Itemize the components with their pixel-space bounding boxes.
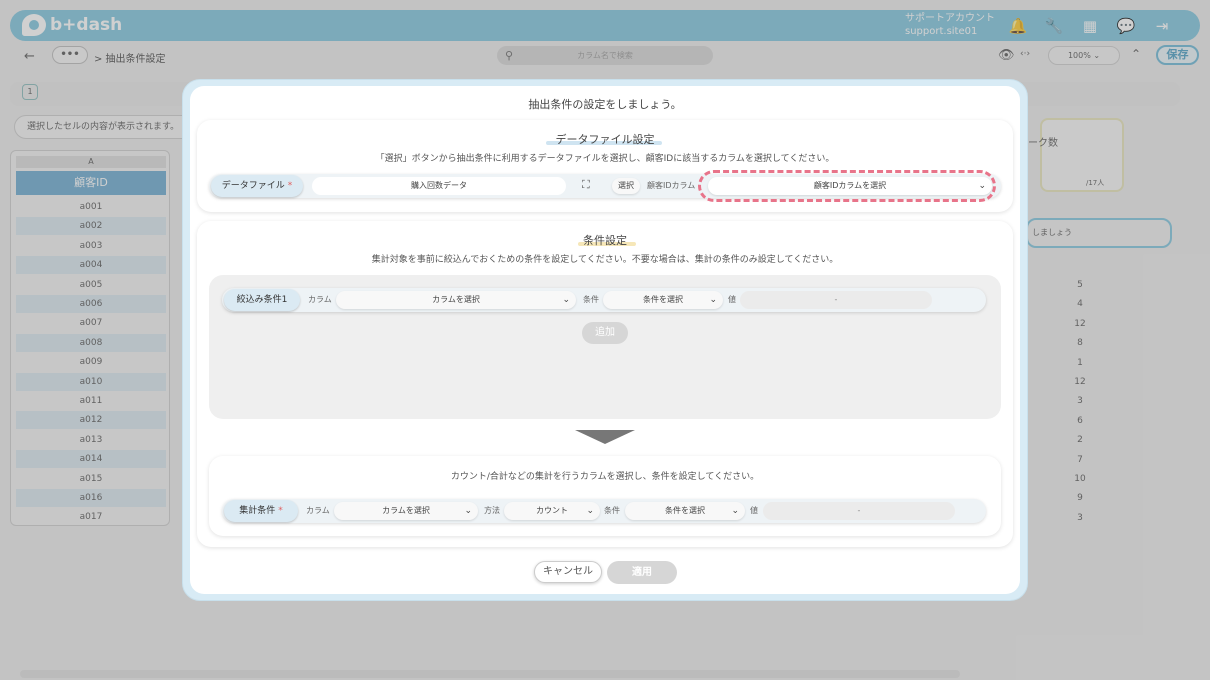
- filter-condition-select[interactable]: 条件を選択 ⌄: [603, 291, 723, 309]
- filter-value-label: 値: [728, 295, 736, 304]
- expand-icon[interactable]: ⛶: [582, 178, 590, 192]
- datafile-section-title: データファイル設定: [555, 133, 655, 146]
- arrow-down-icon: [575, 430, 635, 444]
- filter-label: 絞込み条件1: [224, 289, 300, 311]
- aggregate-column-label: カラム: [306, 506, 330, 515]
- aggregate-method-label: 方法: [484, 506, 500, 515]
- chevron-down-icon: ⌄: [709, 295, 717, 305]
- aggregate-value-label: 値: [750, 506, 758, 515]
- aggregate-condition-label: 条件: [604, 506, 620, 515]
- chevron-down-icon: ⌄: [586, 506, 594, 516]
- condition-description: 集計対象を事前に絞込んでおくための条件を設定してください。不要な場合は、集計の条…: [371, 255, 839, 265]
- filter-condition-label: 条件: [583, 295, 599, 304]
- aggregate-column-select[interactable]: カラムを選択 ⌄: [334, 502, 478, 520]
- aggregate-condition-select[interactable]: 条件を選択 ⌄: [625, 502, 745, 520]
- filter-column-select[interactable]: カラムを選択 ⌄: [336, 291, 576, 309]
- datafile-input[interactable]: 購入回数データ: [312, 177, 566, 195]
- filter-value-input[interactable]: -: [740, 291, 932, 309]
- aggregate-value-input[interactable]: -: [763, 502, 955, 520]
- condition-section-title: 条件設定: [583, 234, 627, 247]
- aggregate-description: カウント/合計などの集計を行うカラムを選択し、条件を設定してください。: [450, 472, 760, 482]
- chevron-down-icon: ⌄: [464, 506, 472, 516]
- cancel-button[interactable]: キャンセル: [534, 561, 602, 583]
- modal-title: 抽出条件の設定をしましょう。: [528, 98, 682, 111]
- datafile-label: データファイル *: [211, 175, 303, 197]
- aggregate-method-select[interactable]: カウント ⌄: [504, 502, 600, 520]
- aggregate-panel: [209, 456, 1001, 536]
- chevron-down-icon: ⌄: [978, 181, 986, 191]
- chevron-down-icon: ⌄: [731, 506, 739, 516]
- datafile-description: 「選択」ボタンから抽出条件に利用するデータファイルを選択し、顧客IDに該当するカ…: [375, 154, 835, 164]
- aggregate-label: 集計条件 *: [224, 500, 298, 522]
- datafile-select-button[interactable]: 選択: [612, 178, 640, 194]
- id-column-select[interactable]: 顧客IDカラムを選択 ⌄: [708, 177, 992, 195]
- chevron-down-icon: ⌄: [562, 295, 570, 305]
- id-column-label: 顧客IDカラム: [647, 181, 696, 190]
- apply-button[interactable]: 適用: [607, 561, 677, 584]
- horizontal-scrollbar[interactable]: [20, 670, 960, 678]
- filter-column-label: カラム: [308, 295, 332, 304]
- add-filter-button[interactable]: 追加: [582, 322, 628, 344]
